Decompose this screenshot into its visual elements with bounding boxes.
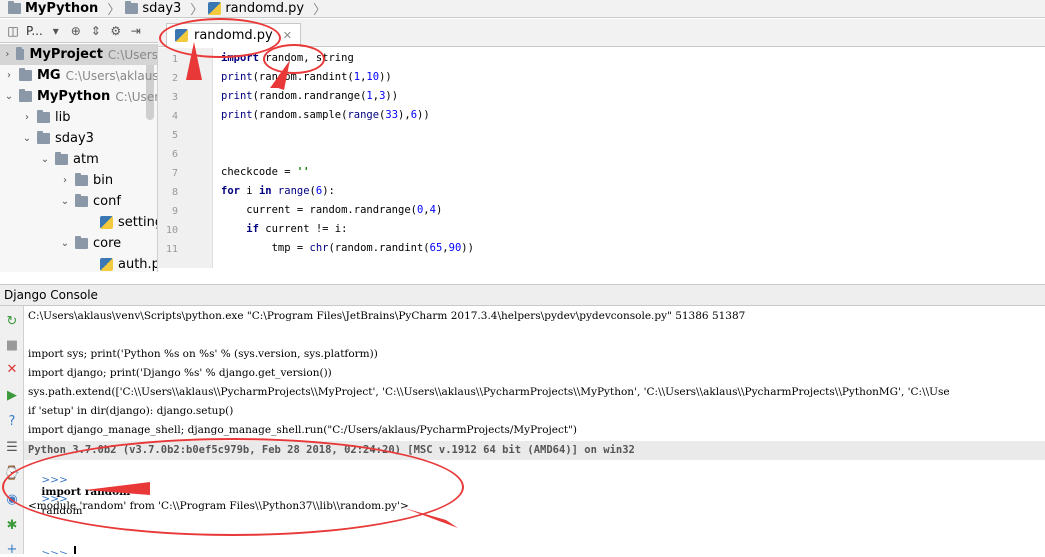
- arrow-up-import: [270, 60, 290, 90]
- arrow-up-tab: [186, 42, 202, 80]
- arrow-left-random-path: [404, 508, 458, 528]
- arrow-left-random: [85, 482, 150, 495]
- annotation-arrows: [85, 42, 458, 528]
